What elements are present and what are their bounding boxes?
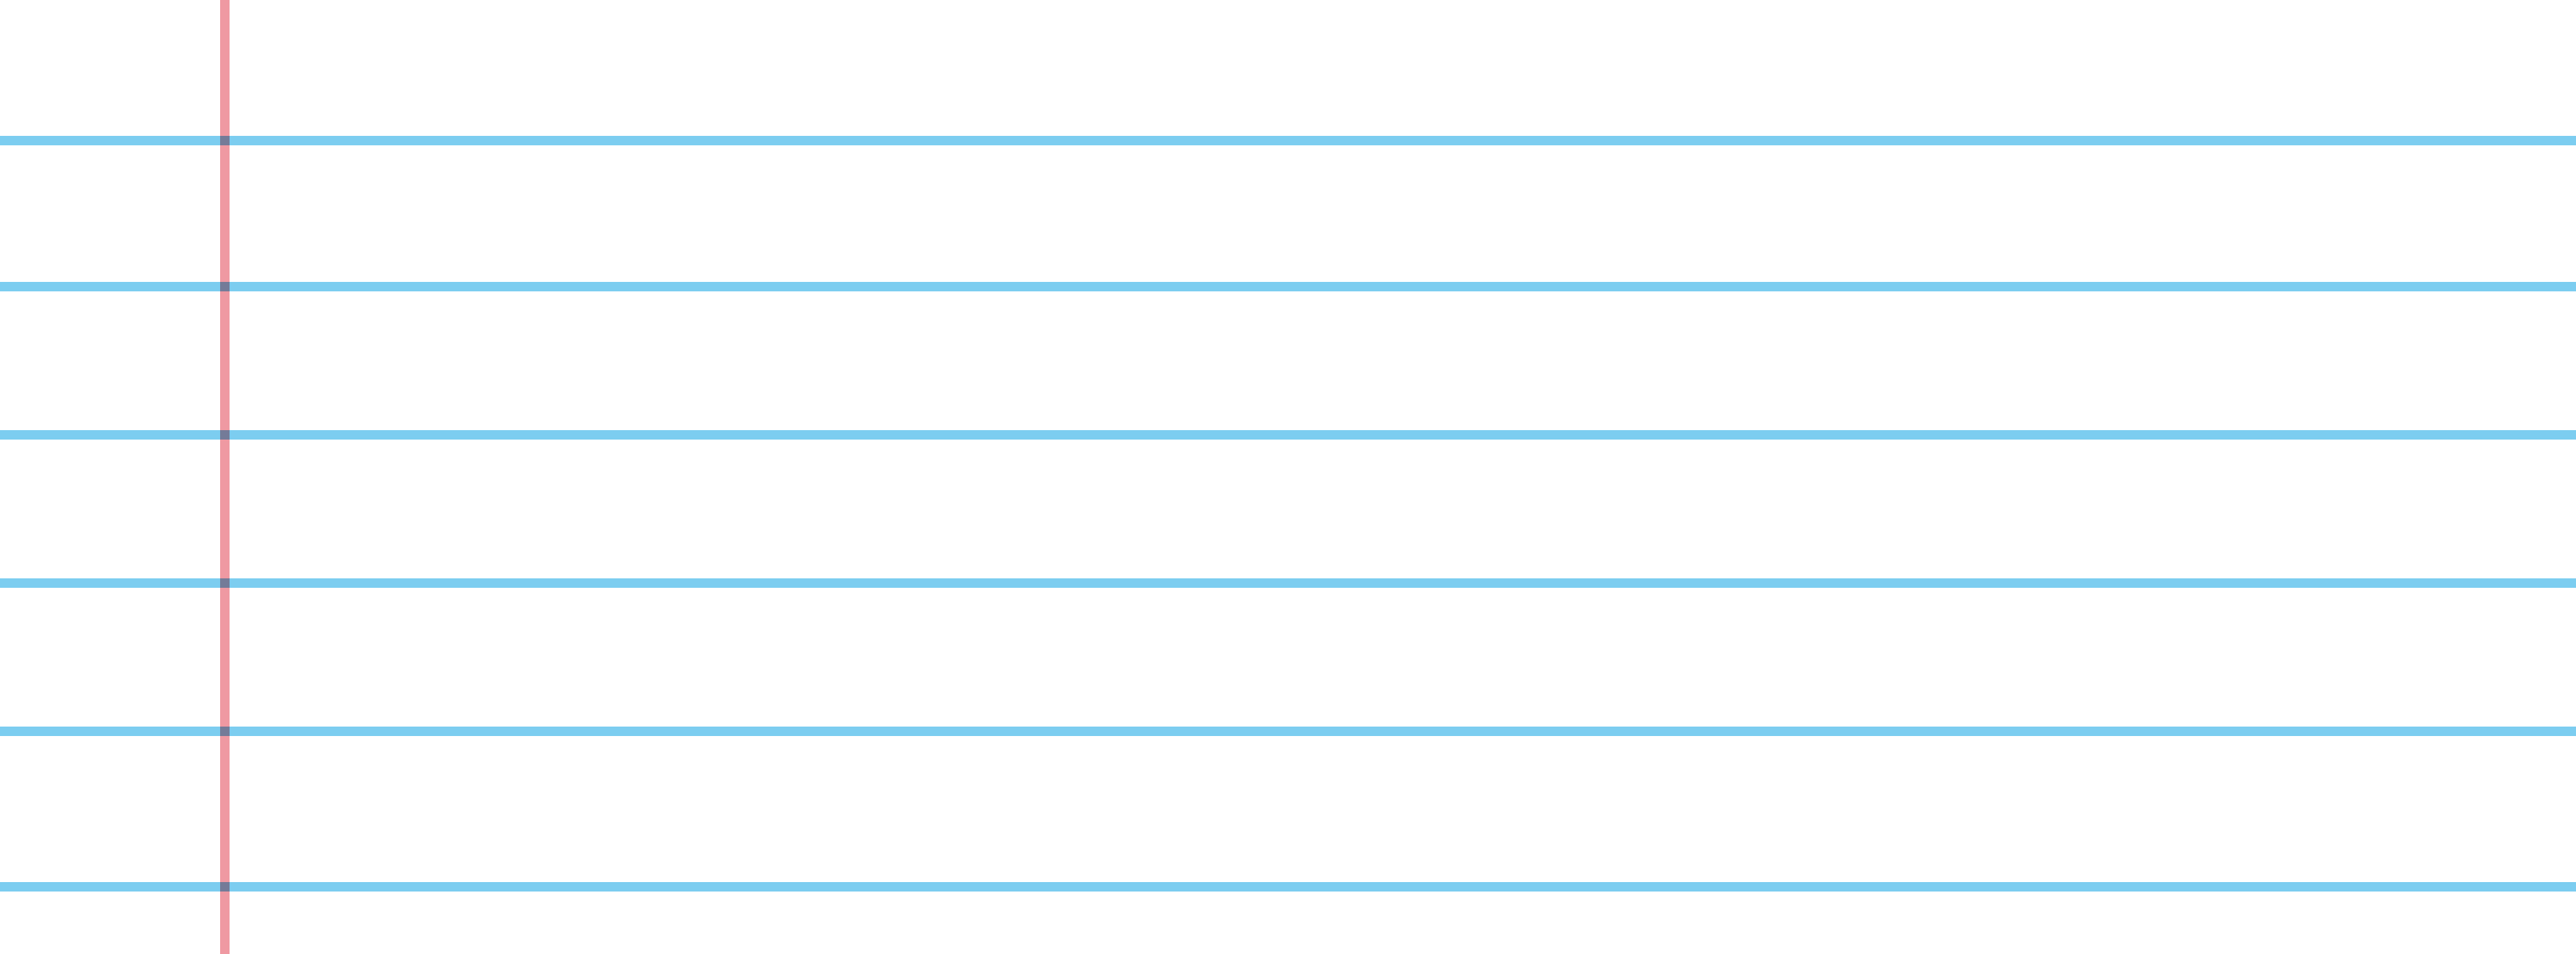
rule-line [0,282,2576,291]
margin-line [220,0,230,954]
rule-line [0,578,2576,588]
rule-line [0,136,2576,145]
rule-line [0,727,2576,736]
rule-line [0,430,2576,440]
lined-paper [0,0,2576,954]
rule-line [0,882,2576,892]
